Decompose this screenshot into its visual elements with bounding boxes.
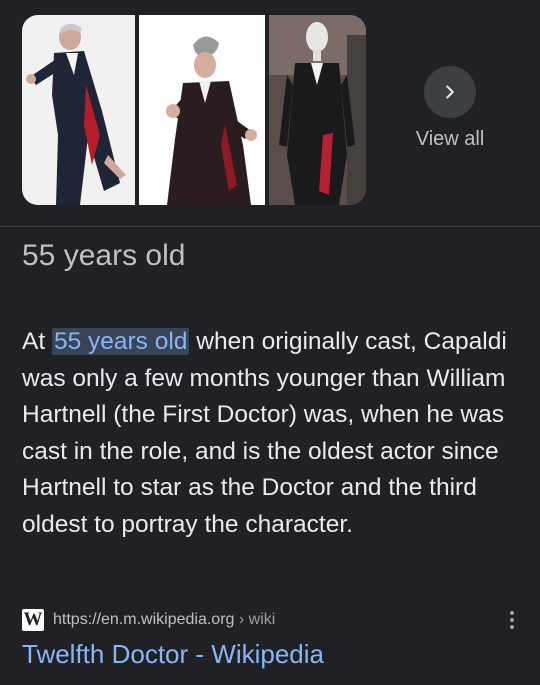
snippet-after: when originally cast, Capaldi was only a… xyxy=(22,328,507,538)
source-path: › wiki xyxy=(234,611,276,628)
divider xyxy=(0,226,540,227)
image-thumbnail-3[interactable] xyxy=(269,15,366,205)
source-row: W https://en.m.wikipedia.org › wiki xyxy=(22,606,522,634)
costume-mannequin-image xyxy=(269,15,366,205)
image-carousel xyxy=(22,15,366,205)
source-url[interactable]: https://en.m.wikipedia.org › wiki xyxy=(53,611,275,629)
view-all-button[interactable]: View all xyxy=(412,66,488,151)
view-all-circle xyxy=(424,66,476,118)
image-thumbnail-2[interactable] xyxy=(139,15,265,205)
view-all-label: View all xyxy=(415,128,485,150)
chevron-right-icon xyxy=(446,85,454,99)
wikipedia-icon: W xyxy=(22,609,44,631)
more-vert-icon[interactable] xyxy=(502,606,522,634)
snippet-highlight: 55 years old xyxy=(51,328,190,355)
person-pointing-image xyxy=(22,15,135,205)
result-title-link[interactable]: Twelfth Doctor - Wikipedia xyxy=(22,636,324,672)
answer-text: 55 years old xyxy=(22,239,186,272)
image-thumbnail-1[interactable] xyxy=(22,15,135,205)
person-gesturing-image xyxy=(139,15,265,205)
snippet-before: At xyxy=(22,328,52,355)
snippet-text: At 55 years old when originally cast, Ca… xyxy=(22,324,522,543)
source-domain: https://en.m.wikipedia.org xyxy=(53,611,235,628)
